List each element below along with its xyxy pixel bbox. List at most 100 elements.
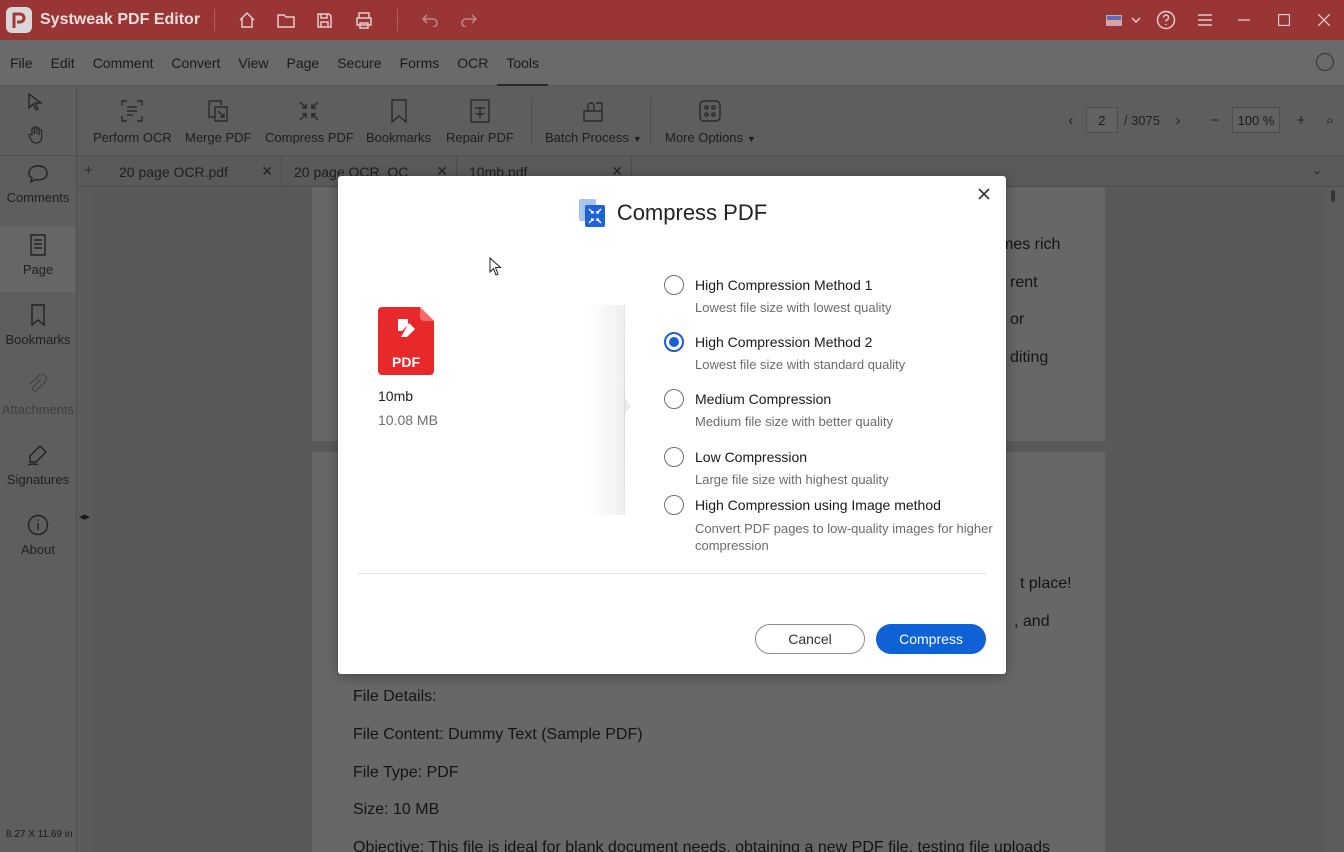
merge-pdf-button[interactable]: Merge PDF bbox=[185, 86, 251, 156]
sidebar-item-bookmarks[interactable]: Bookmarks bbox=[0, 304, 76, 347]
menu-forms[interactable]: Forms bbox=[391, 40, 449, 86]
toolbar-separator bbox=[531, 98, 532, 144]
settings-circle-icon[interactable] bbox=[1316, 53, 1334, 71]
batch-process-label: Batch Process bbox=[545, 130, 629, 145]
menu-comment[interactable]: Comment bbox=[84, 40, 163, 86]
sidebar-item-about[interactable]: About bbox=[0, 514, 76, 557]
radio-button[interactable] bbox=[664, 495, 684, 515]
radio-button[interactable] bbox=[664, 389, 684, 409]
dialog-divider bbox=[358, 573, 986, 574]
menu-edit[interactable]: Edit bbox=[42, 40, 84, 86]
signature-pen-icon bbox=[27, 445, 47, 466]
page-text-line: diting bbox=[1010, 349, 1049, 366]
cancel-button[interactable]: Cancel bbox=[755, 624, 865, 654]
close-window-icon[interactable] bbox=[1304, 0, 1344, 40]
open-folder-icon[interactable] bbox=[266, 0, 305, 40]
option-description: Large file size with highest quality bbox=[695, 472, 889, 487]
sidebar-item-signatures[interactable]: Signatures bbox=[0, 444, 76, 487]
tab-20-page-ocr[interactable]: 20 page OCR.pdf ✕ bbox=[104, 156, 282, 187]
option-description: Lowest file size with lowest quality bbox=[695, 300, 892, 315]
paperclip-icon bbox=[29, 374, 48, 392]
menu-file[interactable]: File bbox=[0, 40, 42, 86]
select-cursor-icon[interactable] bbox=[27, 93, 43, 111]
perform-ocr-button[interactable]: Perform OCR bbox=[93, 86, 172, 156]
comment-icon bbox=[28, 165, 48, 184]
language-dropdown-icon[interactable] bbox=[1126, 0, 1146, 40]
page-number-input[interactable]: 2 bbox=[1085, 107, 1118, 133]
next-page-icon[interactable]: › bbox=[1170, 112, 1186, 129]
close-tab-icon[interactable]: ✕ bbox=[261, 163, 273, 180]
page-text-line: t place! bbox=[1020, 575, 1072, 592]
pdf-icon-label: PDF bbox=[392, 354, 420, 370]
prev-page-icon[interactable]: ‹ bbox=[1056, 112, 1086, 129]
bookmarks-button[interactable]: Bookmarks bbox=[366, 86, 431, 156]
ocr-icon bbox=[120, 98, 144, 124]
radio-button[interactable] bbox=[664, 447, 684, 467]
page-text-line: rent bbox=[1010, 274, 1038, 291]
vertical-scrollbar[interactable] bbox=[1325, 187, 1344, 852]
sidebar-item-page[interactable]: Page bbox=[0, 226, 76, 292]
page-navigation: ‹ 2 / 3075 › − 100 % + ⌕ bbox=[1056, 104, 1344, 136]
maximize-icon[interactable] bbox=[1264, 0, 1304, 40]
close-dialog-icon[interactable] bbox=[974, 184, 994, 204]
more-options-button[interactable]: More Options ▼ bbox=[665, 86, 756, 156]
radio-button[interactable] bbox=[664, 275, 684, 295]
hamburger-menu-icon[interactable] bbox=[1185, 0, 1224, 40]
page-text-line: Objective: This file is ideal for blank … bbox=[353, 839, 1050, 852]
menu-convert[interactable]: Convert bbox=[162, 40, 229, 86]
print-icon[interactable] bbox=[344, 0, 383, 40]
app-title: Systweak PDF Editor bbox=[40, 11, 201, 28]
file-size: 10.08 MB bbox=[378, 412, 438, 428]
caret-down-icon: ▼ bbox=[747, 134, 756, 144]
menu-bar: File Edit Comment Convert View Page Secu… bbox=[0, 40, 1344, 86]
repair-pdf-button[interactable]: Repair PDF bbox=[446, 86, 514, 156]
page-text-line: Size: 10 MB bbox=[353, 801, 440, 818]
zoom-in-icon[interactable]: + bbox=[1286, 112, 1316, 129]
radio-button-selected[interactable] bbox=[664, 332, 684, 352]
repair-icon bbox=[469, 98, 491, 124]
page-text-line: , and bbox=[1014, 613, 1050, 630]
zoom-out-icon[interactable]: − bbox=[1200, 112, 1230, 129]
batch-icon bbox=[582, 98, 604, 124]
redo-icon[interactable] bbox=[449, 0, 488, 40]
save-icon[interactable] bbox=[305, 0, 344, 40]
compress-pdf-dialog: Compress PDF PDF 10mb 10.08 MB High Comp… bbox=[338, 176, 1006, 674]
minimize-icon[interactable] bbox=[1224, 0, 1264, 40]
toolbar-separator bbox=[650, 98, 651, 144]
hand-tool-icon[interactable] bbox=[28, 126, 44, 144]
zoom-input[interactable]: 100 % bbox=[1232, 107, 1280, 133]
new-tab-icon[interactable]: + bbox=[84, 162, 93, 179]
compress-pdf-icon bbox=[578, 199, 605, 227]
language-flag-icon[interactable] bbox=[1106, 14, 1122, 26]
sidebar-item-comments[interactable]: Comments bbox=[0, 164, 76, 205]
scrollbar-thumb[interactable] bbox=[1331, 190, 1335, 202]
sidebar-item-attachments[interactable]: Attachments bbox=[0, 374, 76, 417]
compress-button[interactable]: Compress bbox=[876, 624, 986, 654]
compress-pdf-button[interactable]: Compress PDF bbox=[265, 86, 354, 156]
menu-ocr[interactable]: OCR bbox=[448, 40, 497, 86]
page-text-line: mes rich bbox=[1000, 236, 1061, 253]
search-icon[interactable]: ⌕ bbox=[1316, 112, 1344, 129]
option-description: Lowest file size with standard quality bbox=[695, 357, 906, 372]
undo-icon[interactable] bbox=[410, 0, 449, 40]
caret-down-icon: ▼ bbox=[632, 134, 642, 144]
tabs-dropdown-icon[interactable]: ⌄ bbox=[1312, 163, 1322, 177]
menu-page[interactable]: Page bbox=[278, 40, 329, 86]
batch-process-button[interactable]: Batch Process ▼ bbox=[545, 86, 642, 156]
help-icon[interactable] bbox=[1146, 0, 1185, 40]
option-title: High Compression using Image method bbox=[695, 497, 941, 513]
merge-icon bbox=[206, 98, 230, 124]
dialog-header: Compress PDF bbox=[338, 198, 1006, 228]
menu-tools[interactable]: Tools bbox=[497, 40, 548, 86]
compress-icon bbox=[297, 98, 321, 124]
pointer-tools bbox=[0, 86, 77, 156]
title-bar: Systweak PDF Editor bbox=[0, 0, 1344, 40]
menu-secure[interactable]: Secure bbox=[328, 40, 390, 86]
left-sidebar: Comments Page Bookmarks Attachments Sign… bbox=[0, 156, 77, 852]
page-text-line: File Content: Dummy Text (Sample PDF) bbox=[353, 726, 643, 743]
grid-options-icon bbox=[698, 98, 722, 124]
menu-view[interactable]: View bbox=[229, 40, 277, 86]
home-icon[interactable] bbox=[227, 0, 266, 40]
page-total: / 3075 bbox=[1123, 112, 1160, 128]
sidebar-collapse-icon[interactable]: ◂▸ bbox=[79, 510, 90, 523]
